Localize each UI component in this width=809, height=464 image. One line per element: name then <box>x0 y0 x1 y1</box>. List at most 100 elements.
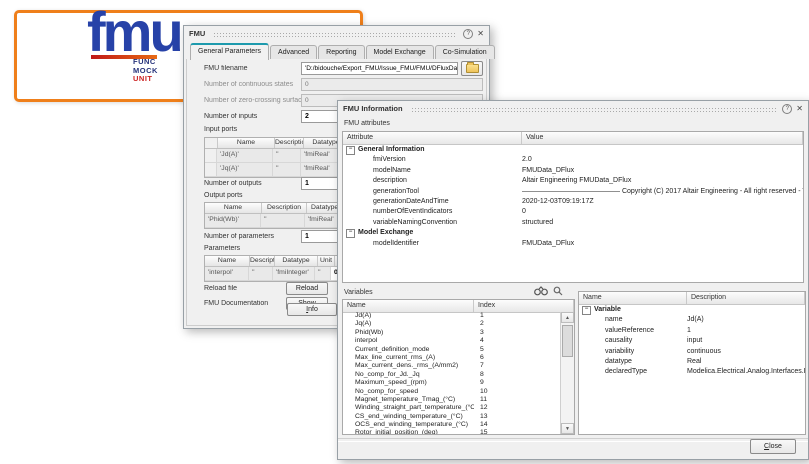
tab[interactable]: Model Exchange <box>366 45 434 59</box>
column-header[interactable]: Description <box>250 256 275 266</box>
num-outputs-label: Number of outputs <box>204 180 301 187</box>
fmu-dialog-titlebar[interactable]: FMU ? ✕ <box>184 26 489 41</box>
fmu-info-titlebar[interactable]: FMU Information ? ✕ <box>338 101 808 116</box>
column-header[interactable]: Name <box>205 256 250 266</box>
attribute-row[interactable]: fmiVersion 2.0 <box>343 155 803 165</box>
screenshot-root: fmu FUNC MOCK UNIT FMU ? ✕ General Param… <box>0 0 809 464</box>
close-icon[interactable]: ✕ <box>477 30 484 38</box>
tab[interactable]: General Parameters <box>190 43 269 60</box>
variable-list-item[interactable]: Jq(A) 2 <box>343 320 561 328</box>
column-header[interactable]: Index <box>474 300 574 312</box>
column-header[interactable]: Datatype <box>275 256 318 266</box>
attribute-row[interactable]: modelIdentifier FMUData_DFlux <box>343 239 803 249</box>
attributes-body: General Information fmiVersion 2.0 model… <box>343 145 803 249</box>
help-icon[interactable]: ? <box>782 104 792 114</box>
fmu-attributes-label: FMU attributes <box>344 120 390 127</box>
row-selector-cell[interactable] <box>205 149 217 162</box>
variables-body: Jd(A) 1 Jq(A) 2 Phid(Wb) 3 interpol <box>343 312 561 434</box>
column-header[interactable]: Name <box>579 292 687 304</box>
close-button[interactable]: Close <box>750 439 796 454</box>
attribute-row[interactable]: General Information <box>343 145 803 155</box>
folder-icon <box>466 64 479 73</box>
tab[interactable]: Co-Simulation <box>435 45 495 59</box>
attribute-row[interactable]: numberOfEventIndicators 0 <box>343 207 803 217</box>
variable-list-item[interactable]: Phid(Wb) 3 <box>343 329 561 337</box>
variable-list-item[interactable]: Max_current_dens._rms_(A/mm2) 7 <box>343 362 561 370</box>
column-header[interactable]: Name <box>343 300 474 312</box>
attribute-row[interactable]: Model Exchange <box>343 228 803 238</box>
close-icon[interactable]: ✕ <box>796 105 803 113</box>
variables-scrollbar[interactable]: ▲ ▼ <box>560 312 574 434</box>
detail-row[interactable]: causality input <box>579 336 805 346</box>
input-ports-label: Input ports <box>204 126 237 133</box>
num-parameters-label: Number of parameters <box>204 233 301 240</box>
column-header[interactable]: Attribute <box>343 132 522 144</box>
variables-panel: NameIndex Jd(A) 1 Jq(A) 2 Phid(Wb) <box>342 299 575 435</box>
variable-list-item[interactable]: interpol 4 <box>343 337 561 345</box>
detail-row[interactable]: valueReference 1 <box>579 326 805 336</box>
detail-row[interactable]: declaredType Modelica.Electrical.Analog.… <box>579 367 805 377</box>
variable-list-item[interactable]: CS_end_winding_temperature_(°C) 13 <box>343 413 561 421</box>
column-header[interactable]: Name <box>218 138 275 148</box>
variable-detail-panel: NameDescription Variable name Jd(A) valu… <box>578 291 806 435</box>
detail-header: NameDescription <box>579 292 805 305</box>
info-button[interactable]: Info <box>287 303 337 316</box>
column-header[interactable]: Name <box>205 203 262 213</box>
scrollbar-thumb[interactable] <box>562 325 573 357</box>
continuous-states-label: Number of continuous states <box>204 81 301 88</box>
column-header[interactable]: Unit <box>318 256 335 266</box>
variable-list-item[interactable]: Magnet_temperature_Tmag_(°C) 11 <box>343 396 561 404</box>
titlebar-drag-dots[interactable] <box>213 32 457 39</box>
variable-list-item[interactable]: No_comp_for_speed 10 <box>343 388 561 396</box>
column-header[interactable]: Value <box>522 132 803 144</box>
column-header[interactable]: Description <box>687 292 805 304</box>
button-separator <box>338 438 808 442</box>
browse-button[interactable] <box>461 61 483 76</box>
titlebar-drag-dots[interactable] <box>411 107 777 114</box>
variable-list-item[interactable]: Jd(A) 1 <box>343 312 561 320</box>
reload-file-label: Reload file <box>204 285 286 292</box>
continuous-states-field: 0 <box>301 78 483 91</box>
variable-list-item[interactable]: Maximum_speed_(rpm) 9 <box>343 379 561 387</box>
variable-list-item[interactable]: OCS_end_winding_temperature_(°C) 14 <box>343 421 561 429</box>
detail-row[interactable]: datatype Real <box>579 357 805 367</box>
collapse-icon[interactable] <box>582 306 591 315</box>
attribute-row[interactable]: modelName FMUData_DFlux <box>343 166 803 176</box>
column-header[interactable] <box>205 138 218 148</box>
attribute-row[interactable]: description Altair Engineering FMUData_D… <box>343 176 803 186</box>
collapse-icon[interactable] <box>346 229 355 238</box>
scroll-up-icon[interactable]: ▲ <box>561 312 574 323</box>
variables-label: Variables <box>344 289 373 296</box>
fmu-filename-label: FMU filename <box>204 65 301 72</box>
column-header[interactable]: Description <box>262 203 307 213</box>
num-inputs-label: Number of inputs <box>204 113 301 120</box>
help-icon[interactable]: ? <box>463 29 473 39</box>
binoculars-icon[interactable] <box>534 286 548 296</box>
detail-row[interactable]: name Jd(A) <box>579 315 805 325</box>
tab[interactable]: Advanced <box>270 45 317 59</box>
tab[interactable]: Reporting <box>318 45 364 59</box>
attribute-row[interactable]: variableNamingConvention structured <box>343 218 803 228</box>
fmu-filename-input[interactable]: 'D:/bidouche/Export_FMU/Issue_FMU/FMU/DF… <box>301 62 458 75</box>
column-header[interactable]: Description <box>275 138 304 148</box>
attribute-row[interactable]: generationDateAndTime 2020-12-03T09:19:1… <box>343 197 803 207</box>
variable-list-item[interactable]: Winding_straight_part_temperature_(°C) 1… <box>343 404 561 412</box>
zero-crossing-label: Number of zero-crossing surfaces. <box>204 97 301 104</box>
scroll-down-icon[interactable]: ▼ <box>561 423 574 434</box>
detail-body: Variable name Jd(A) valueReference 1 <box>579 305 805 378</box>
row-selector-cell[interactable] <box>205 163 217 176</box>
output-ports-label: Output ports <box>204 192 243 199</box>
collapse-icon[interactable] <box>346 146 355 155</box>
variable-list-item[interactable]: Max_line_current_rms_(A) 6 <box>343 354 561 362</box>
detail-row[interactable]: variability continuous <box>579 347 805 357</box>
attributes-header: AttributeValue <box>343 132 803 145</box>
variable-list-item[interactable]: Current_definition_mode 5 <box>343 346 561 354</box>
fmu-info-title: FMU Information <box>343 104 403 113</box>
search-icon[interactable] <box>553 286 563 296</box>
detail-row[interactable]: Variable <box>579 305 805 315</box>
fmu-information-window: FMU Information ? ✕ FMU attributes Attri… <box>337 100 809 460</box>
variable-list-item[interactable]: No_comp_for_Jd._Jq 8 <box>343 371 561 379</box>
reload-button[interactable]: Reload <box>286 282 328 295</box>
variable-list-item[interactable]: Rotor_initial_position_(deg) 15 <box>343 429 561 434</box>
attribute-row[interactable]: generationTool —————————————— Copyright … <box>343 187 803 197</box>
